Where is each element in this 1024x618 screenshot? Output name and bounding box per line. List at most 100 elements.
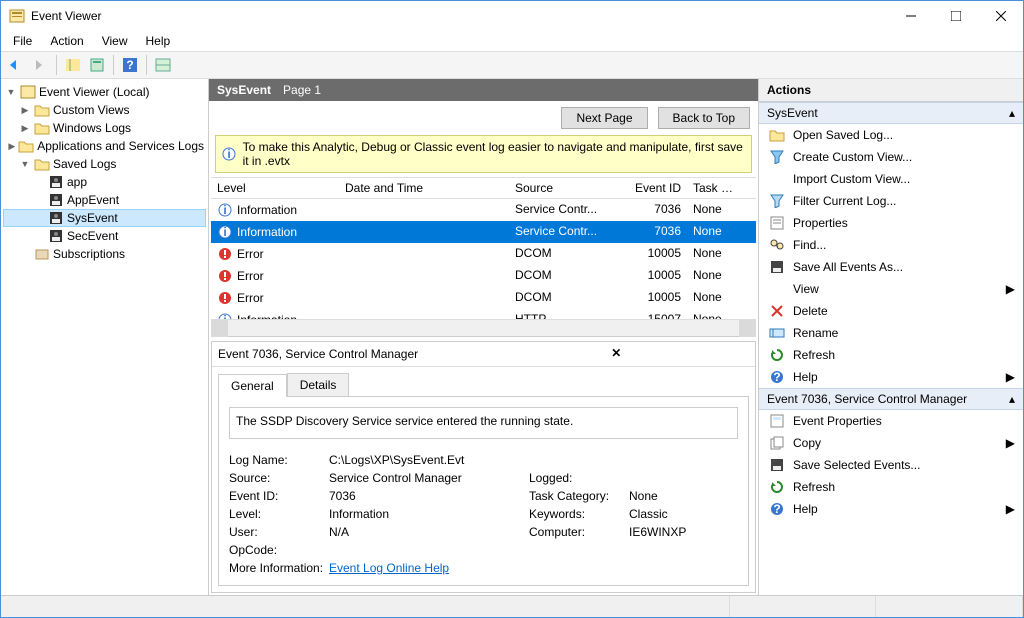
action-import-custom-view[interactable]: Import Custom View...	[759, 168, 1023, 190]
action-label: Refresh	[793, 348, 835, 362]
action-help[interactable]: ?Help▶	[759, 366, 1023, 388]
action-properties[interactable]: Properties	[759, 212, 1023, 234]
action-find[interactable]: Find...	[759, 234, 1023, 256]
action-help[interactable]: ?Help▶	[759, 498, 1023, 520]
menu-view[interactable]: View	[94, 32, 136, 50]
tree-root-label: Event Viewer (Local)	[39, 85, 150, 99]
action-delete[interactable]: Delete	[759, 300, 1023, 322]
tree-root[interactable]: ▼ Event Viewer (Local)	[3, 83, 206, 101]
col-task[interactable]: Task Cate	[687, 178, 747, 198]
action-save-all-events-as[interactable]: Save All Events As...	[759, 256, 1023, 278]
tree-pane[interactable]: ▼ Event Viewer (Local) ▶ Custom Views ▶Win…	[1, 79, 209, 595]
svg-text:i: i	[223, 203, 226, 217]
row-date	[339, 287, 509, 309]
separator	[146, 55, 147, 75]
preview-button[interactable]	[152, 54, 174, 76]
action-filter-current-log[interactable]: Filter Current Log...	[759, 190, 1023, 212]
error-icon	[217, 246, 233, 262]
action-rename[interactable]: Rename	[759, 322, 1023, 344]
logname-value: C:\Logs\XP\SysEvent.Evt	[329, 453, 749, 467]
center-header: SysEvent Page 1	[209, 79, 758, 101]
tab-general[interactable]: General	[218, 374, 287, 397]
tree-toggle-icon[interactable]: ▼	[19, 159, 31, 169]
tree-item-app[interactable]: app	[3, 173, 206, 191]
disk-icon	[48, 192, 64, 208]
forward-button[interactable]	[29, 54, 51, 76]
close-button[interactable]	[978, 1, 1023, 31]
event-row[interactable]: iInformationService Contr...7036None	[211, 199, 756, 221]
user-value: N/A	[329, 525, 529, 539]
tab-details[interactable]: Details	[287, 373, 350, 396]
back-button[interactable]	[5, 54, 27, 76]
save-icon	[769, 457, 785, 473]
tree-toggle-icon[interactable]: ▶	[19, 105, 31, 116]
action-view[interactable]: View▶	[759, 278, 1023, 300]
tree-item-custom-views[interactable]: ▶ Custom Views	[3, 101, 206, 119]
chevron-right-icon: ▶	[1006, 436, 1015, 450]
col-date[interactable]: Date and Time	[339, 178, 509, 198]
properties-button[interactable]	[86, 54, 108, 76]
tree-toggle-icon[interactable]: ▶	[19, 123, 31, 134]
show-tree-button[interactable]	[62, 54, 84, 76]
logged-label: Logged:	[529, 471, 629, 485]
row-eventid: 10005	[627, 265, 687, 287]
actions-section-1[interactable]: SysEvent ▴	[759, 102, 1023, 124]
action-refresh[interactable]: Refresh	[759, 476, 1023, 498]
computer-value: IE6WINXP	[629, 525, 749, 539]
level-label: Level:	[229, 507, 329, 521]
event-row[interactable]: ErrorDCOM10005None	[211, 243, 756, 265]
taskcat-value: None	[629, 489, 749, 503]
horizontal-scrollbar[interactable]	[211, 319, 756, 336]
col-level[interactable]: Level	[211, 178, 339, 198]
details-close-button[interactable]: ✕	[484, 346, 750, 362]
next-page-button[interactable]: Next Page	[561, 107, 647, 129]
maximize-button[interactable]	[933, 1, 978, 31]
event-row[interactable]: ErrorDCOM10005None	[211, 287, 756, 309]
event-row[interactable]: iInformationService Contr...7036None	[211, 221, 756, 243]
event-properties-grid: Log Name: C:\Logs\XP\SysEvent.Evt Source…	[229, 453, 738, 575]
svg-text:i: i	[223, 225, 226, 239]
col-source[interactable]: Source	[509, 178, 627, 198]
tree-item-applications-and-services-logs[interactable]: ▶Applications and Services Logs	[3, 137, 206, 155]
menu-file[interactable]: File	[5, 32, 40, 50]
event-row[interactable]: iInformationHTTP15007None	[211, 309, 756, 319]
disk-icon	[48, 210, 64, 226]
row-date	[339, 309, 509, 319]
tree-item-subscriptions[interactable]: Subscriptions	[3, 245, 206, 263]
col-eventid[interactable]: Event ID	[627, 178, 687, 198]
tree-item-windows-logs[interactable]: ▶Windows Logs	[3, 119, 206, 137]
action-event-properties[interactable]: Event Properties	[759, 410, 1023, 432]
collapse-icon[interactable]: ▴	[1009, 392, 1015, 406]
help-button[interactable]: ?	[119, 54, 141, 76]
titlebar[interactable]: Event Viewer	[1, 1, 1023, 31]
tree-item-appevent[interactable]: AppEvent	[3, 191, 206, 209]
minimize-button[interactable]	[888, 1, 933, 31]
details-pane: Event 7036, Service Control Manager ✕ Ge…	[211, 341, 756, 593]
event-row[interactable]: ErrorDCOM10005None	[211, 265, 756, 287]
tree-item-sysevent[interactable]: SysEvent	[3, 209, 206, 227]
moreinfo-link[interactable]: Event Log Online Help	[329, 561, 449, 575]
action-label: Help	[793, 502, 818, 516]
action-open-saved-log[interactable]: Open Saved Log...	[759, 124, 1023, 146]
action-copy[interactable]: Copy▶	[759, 432, 1023, 454]
menu-help[interactable]: Help	[138, 32, 179, 50]
row-level: Information	[237, 203, 297, 217]
tree-item-label: Custom Views	[53, 103, 129, 117]
back-to-top-button[interactable]: Back to Top	[658, 107, 750, 129]
menu-action[interactable]: Action	[42, 32, 91, 50]
actions-section-2[interactable]: Event 7036, Service Control Manager ▴	[759, 388, 1023, 410]
row-date	[339, 199, 509, 221]
row-task: None	[687, 199, 747, 221]
tree-item-saved-logs[interactable]: ▼Saved Logs	[3, 155, 206, 173]
action-create-custom-view[interactable]: Create Custom View...	[759, 146, 1023, 168]
tree-toggle-icon[interactable]: ▶	[8, 141, 15, 152]
row-level: Error	[237, 247, 264, 261]
tree-item-secevent[interactable]: SecEvent	[3, 227, 206, 245]
action-refresh[interactable]: Refresh	[759, 344, 1023, 366]
grid-header[interactable]: Level Date and Time Source Event ID Task…	[211, 177, 756, 199]
tree-toggle-icon[interactable]: ▼	[5, 87, 17, 97]
find-icon	[769, 237, 785, 253]
grid-body[interactable]: iInformationService Contr...7036NoneiInf…	[211, 199, 756, 319]
collapse-icon[interactable]: ▴	[1009, 106, 1015, 120]
action-save-selected-events[interactable]: Save Selected Events...	[759, 454, 1023, 476]
